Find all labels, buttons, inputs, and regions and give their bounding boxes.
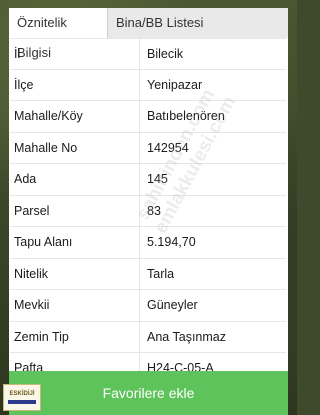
table-row: İl Bilecik — [10, 38, 286, 70]
table-row: Mevkii Güneyler — [10, 290, 286, 322]
row-key: Mahalle/Köy — [10, 101, 140, 132]
row-key: İlçe — [10, 69, 140, 100]
table-row: Tapu Alanı 5.194,70 — [10, 227, 286, 259]
row-value: 83 — [147, 203, 161, 218]
table-row: Mahalle No 142954 — [10, 132, 286, 164]
row-value: Güneyler — [147, 298, 198, 313]
table-row: Nitelik Tarla — [10, 258, 286, 290]
row-value: 5.194,70 — [147, 235, 196, 250]
row-key: Parsel — [10, 195, 140, 226]
row-key: İl — [10, 39, 140, 69]
table-row: İlçe Yenipazar — [10, 69, 286, 101]
table-row: Zemin Tip Ana Taşınmaz — [10, 321, 286, 353]
row-value: Tarla — [147, 266, 175, 281]
row-key: Tapu Alanı — [10, 227, 140, 258]
row-value: 142954 — [147, 140, 189, 155]
tab-building-list[interactable]: Bina/BB Listesi — [107, 8, 211, 38]
logo-stripe — [8, 400, 36, 404]
row-key: Zemin Tip — [10, 321, 140, 352]
row-value: Ana Taşınmaz — [147, 329, 226, 344]
row-value: Yenipazar — [147, 77, 203, 92]
attribute-table: İl Bilecik İlçe Yenipazar Mahalle/Köy Ba… — [9, 38, 288, 385]
table-row: Mahalle/Köy Batıbelenören — [10, 101, 286, 133]
row-key: Mahalle No — [10, 132, 140, 163]
row-value: 145 — [147, 172, 168, 187]
row-key: Mevkii — [10, 290, 140, 321]
tab-attribute-info[interactable]: Öznitelik Bilgisi — [9, 8, 107, 60]
brand-logo: ESKİDİJİ — [3, 384, 41, 411]
row-key: Ada — [10, 164, 140, 195]
tab-bar: Öznitelik Bilgisi Bina/BB Listesi — [9, 8, 288, 60]
row-key: Nitelik — [10, 258, 140, 289]
parcel-info-panel: Öznitelik Bilgisi Bina/BB Listesi İl Bil… — [9, 8, 288, 415]
row-value: Batıbelenören — [147, 109, 225, 124]
row-value: Bilecik — [147, 46, 184, 61]
logo-text: ESKİDİJİ — [9, 391, 35, 397]
table-row: Ada 145 — [10, 164, 286, 196]
add-to-favorites-button[interactable]: Favorilere ekle — [9, 371, 288, 415]
table-row: Parsel 83 — [10, 195, 286, 227]
